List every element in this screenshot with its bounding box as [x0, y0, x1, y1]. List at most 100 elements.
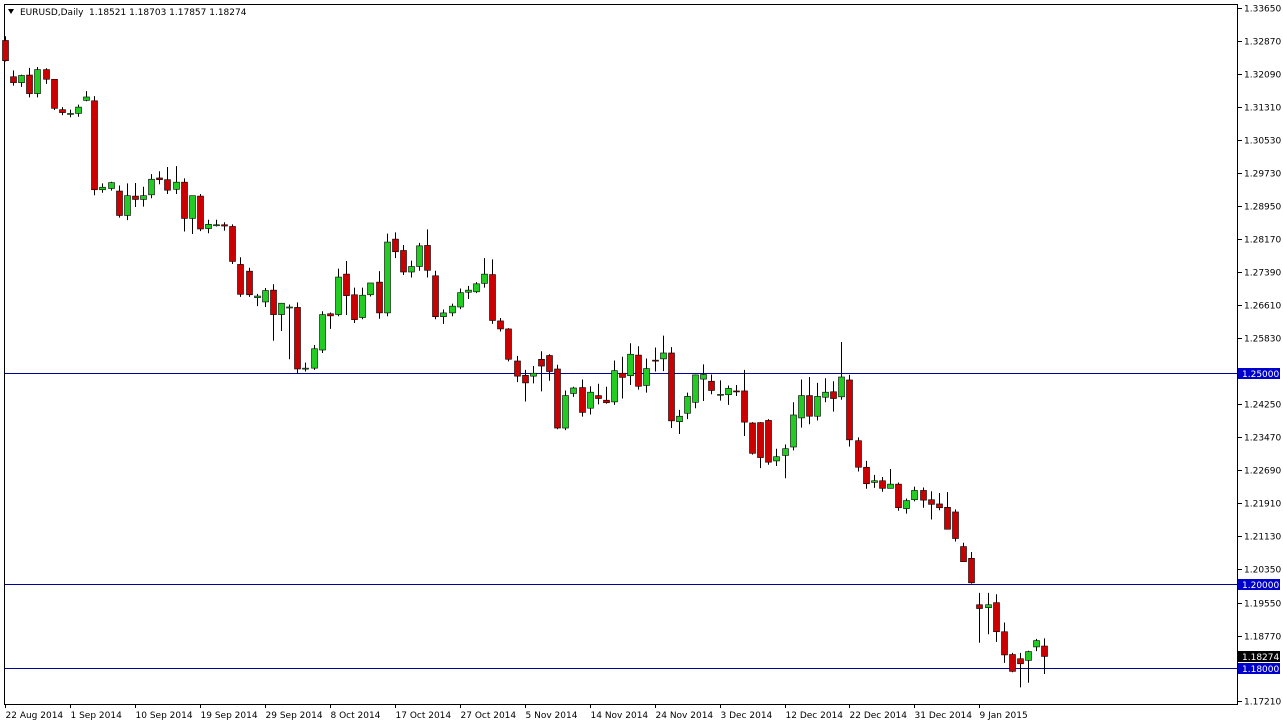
candle-body [254, 295, 261, 299]
candle-body [124, 195, 131, 216]
y-tick-label: 1.28170 [1244, 236, 1281, 246]
candle-body [960, 546, 967, 563]
candle-body [603, 399, 610, 404]
candle-body [546, 355, 553, 372]
candle-body [538, 358, 545, 367]
candle[interactable] [562, 390, 569, 431]
candle-body [887, 483, 894, 489]
candle[interactable] [554, 364, 561, 430]
candle-body [302, 367, 309, 370]
candle-body [457, 292, 464, 308]
candle-body [611, 370, 618, 403]
x-tick-label: 22 Aug 2014 [6, 711, 64, 721]
candle-body [384, 241, 391, 314]
candle[interactable] [895, 482, 902, 511]
candle-body [911, 490, 918, 501]
candle-body [668, 352, 675, 422]
level-price-tag: 1.20000 [1238, 579, 1280, 591]
candle-body [1041, 645, 1048, 657]
candle[interactable] [416, 242, 423, 271]
candle-body [26, 74, 33, 94]
candle[interactable] [367, 282, 374, 297]
candle-body [814, 396, 821, 417]
candle-body [660, 352, 667, 360]
candle-body [416, 245, 423, 267]
candle-body [976, 604, 983, 609]
candle-body [928, 499, 935, 505]
candle[interactable] [319, 311, 326, 353]
candle[interactable] [749, 422, 756, 455]
x-tick-label: 14 Nov 2014 [591, 711, 649, 721]
x-tick-label: 1 Sep 2014 [71, 711, 123, 721]
candle-body [473, 283, 480, 293]
candle-body [18, 75, 25, 83]
candle-body [108, 182, 115, 189]
candle[interactable] [432, 270, 439, 320]
candle[interactable] [846, 374, 853, 447]
candle[interactable] [384, 233, 391, 317]
candle-body [765, 420, 772, 463]
candle-body [440, 312, 447, 318]
candle-body [67, 113, 74, 115]
candle-body [725, 388, 732, 396]
candle-body [294, 307, 301, 370]
candle-body [652, 359, 659, 362]
candle-body [708, 380, 715, 391]
candle-body [367, 282, 374, 296]
candle-body [319, 314, 326, 351]
x-tick-label: 24 Nov 2014 [656, 711, 714, 721]
candle-body [156, 177, 163, 180]
candle-body [619, 372, 626, 378]
candle-body [944, 507, 951, 530]
candle[interactable] [294, 302, 301, 374]
y-tick-label: 1.17210 [1244, 698, 1281, 708]
candle-body [262, 290, 269, 303]
candle-body [579, 387, 586, 413]
candle[interactable] [197, 193, 204, 232]
y-tick-label: 1.30530 [1244, 137, 1281, 147]
x-tick-label: 19 Sep 2014 [201, 711, 258, 721]
level-tag-label: 1.20000 [1242, 581, 1279, 591]
y-tick-label: 1.32870 [1244, 38, 1281, 48]
candlestick-chart[interactable]: 1.33650 1.32870 1.32090 1.31310 1.30530 1.297… [0, 0, 1283, 725]
candle-body [627, 353, 634, 377]
candle-body [327, 313, 334, 317]
y-tick-label: 1.33650 [1244, 5, 1281, 15]
candle[interactable] [91, 96, 98, 196]
candle-body [400, 250, 407, 273]
candle-body [164, 179, 171, 191]
current-price-tag: 1.18274 [1238, 651, 1280, 663]
candle-body [449, 305, 456, 314]
candle-body [684, 396, 691, 414]
candle[interactable] [311, 344, 318, 370]
candle-body [798, 395, 805, 419]
candle-body [587, 391, 594, 409]
chart-window[interactable]: 1.33650 1.32870 1.32090 1.31310 1.30530 1.297… [0, 0, 1283, 725]
candle-body [481, 273, 488, 284]
candle-body [700, 374, 707, 380]
candle-body [221, 224, 228, 227]
candle-body [952, 511, 959, 539]
candle[interactable] [505, 328, 512, 362]
candle-body [806, 395, 813, 417]
x-tick-label: 10 Sep 2014 [136, 711, 193, 721]
candle[interactable] [952, 509, 959, 542]
candle[interactable] [765, 419, 772, 465]
y-tick-label: 1.27390 [1244, 269, 1281, 279]
candle[interactable] [473, 282, 480, 294]
candle-body [497, 320, 504, 330]
y-tick-label: 1.23470 [1244, 434, 1281, 444]
candle[interactable] [34, 67, 41, 98]
candle-body [846, 379, 853, 441]
candle[interactable] [1009, 652, 1016, 673]
candle-body [514, 360, 521, 377]
candle-body [132, 195, 139, 200]
candle[interactable] [855, 437, 862, 472]
candle[interactable] [246, 267, 253, 297]
candle[interactable] [229, 224, 236, 264]
candle[interactable] [51, 78, 58, 111]
candle[interactable] [668, 347, 675, 429]
candle-body [270, 289, 277, 315]
y-tick-label: 1.21910 [1244, 500, 1281, 510]
candle-body [871, 480, 878, 483]
